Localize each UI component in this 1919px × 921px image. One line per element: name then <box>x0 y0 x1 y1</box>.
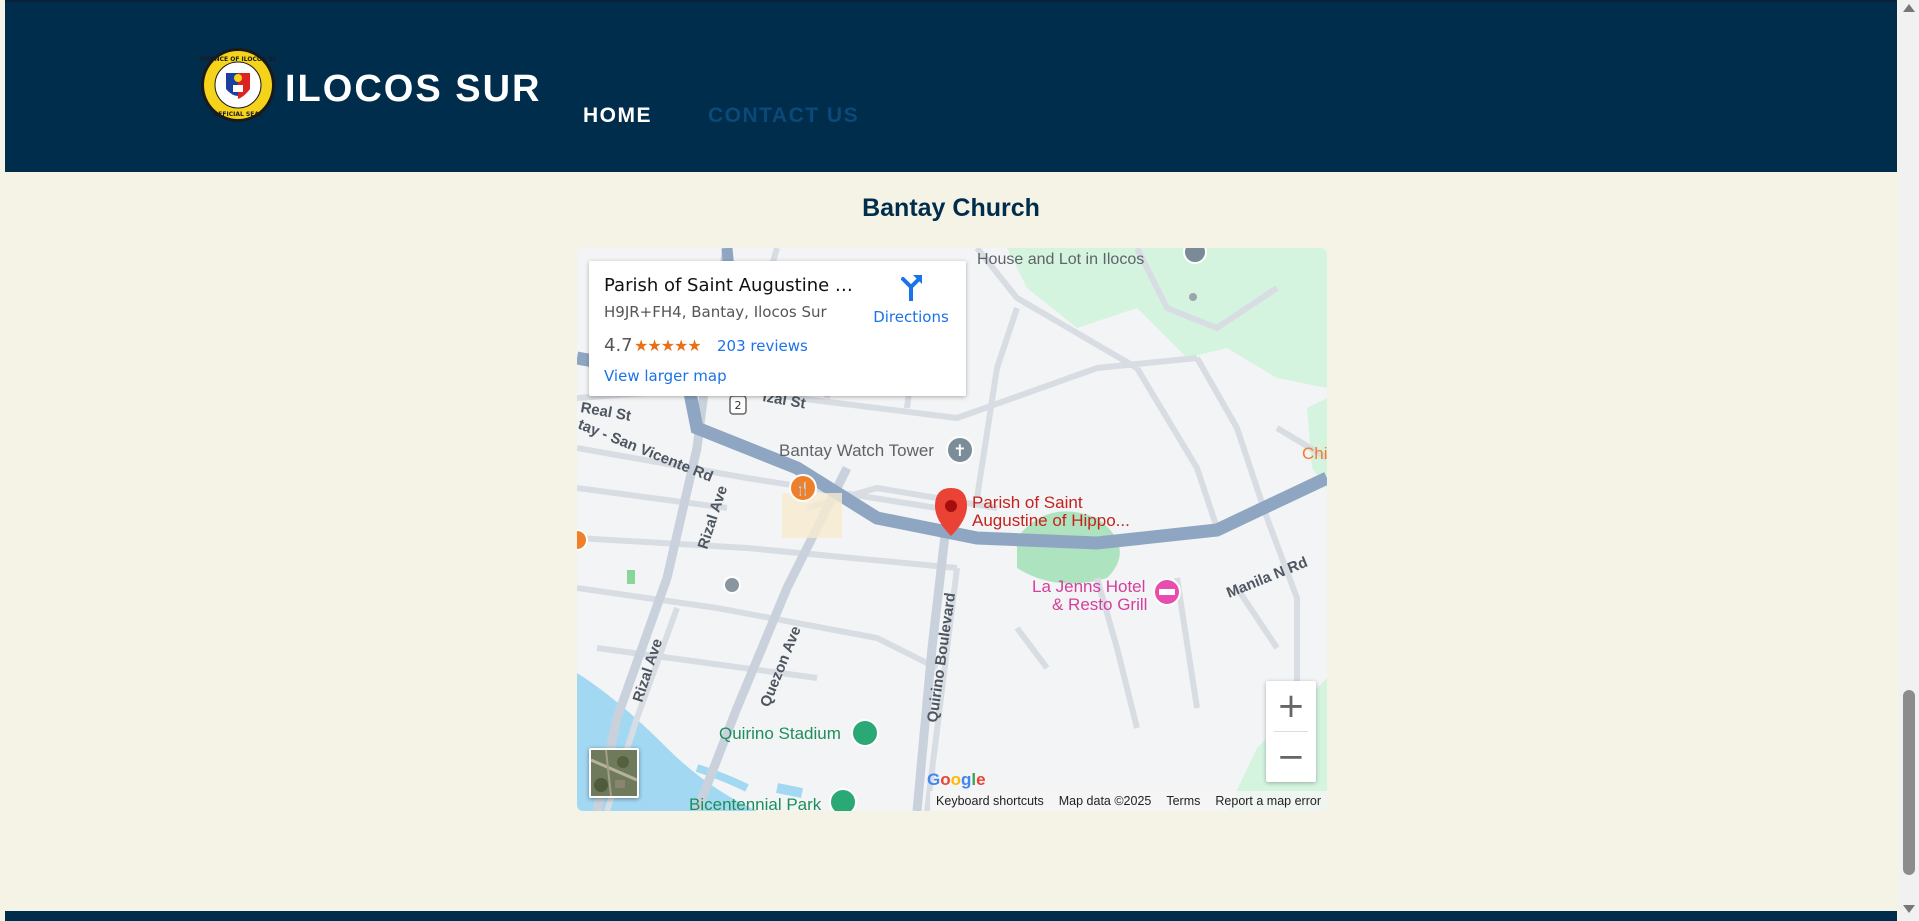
view-larger-map-link[interactable]: View larger map <box>604 367 727 385</box>
park-tree-icon <box>829 788 857 811</box>
scrollbar-thumb[interactable] <box>1903 690 1915 875</box>
embedded-map[interactable]: 2 Real St izal St tay - San Vicente Rd R… <box>577 248 1327 811</box>
scroll-down-arrow-icon[interactable] <box>1903 905 1915 913</box>
reviews-link[interactable]: 203 reviews <box>717 337 808 355</box>
place-name: Parish of Saint Augustine of H... <box>604 275 859 296</box>
satellite-view-toggle[interactable] <box>589 748 639 798</box>
svg-text:✝: ✝ <box>953 441 966 460</box>
label-parish-line2: Augustine of Hippo... <box>972 511 1130 530</box>
label-parish-line1: Parish of Saint <box>972 493 1083 512</box>
place-address: H9JR+FH4, Bantay, Ilocos Sur <box>604 303 827 321</box>
site-header: PROVINCE OF ILOCOS SUR OFFICIAL SEAL ILO… <box>5 0 1897 172</box>
svg-text:PROVINCE OF ILOCOS SUR: PROVINCE OF ILOCOS SUR <box>200 56 276 63</box>
page-scrollbar[interactable] <box>1899 0 1919 921</box>
province-seal-logo[interactable]: PROVINCE OF ILOCOS SUR OFFICIAL SEAL <box>200 47 276 123</box>
nav-contact-us-link[interactable]: CONTACT US <box>708 104 859 128</box>
map-data-text: Map data ©2025 <box>1058 794 1152 808</box>
svg-text:🍴: 🍴 <box>795 481 811 497</box>
directions-label: Directions <box>873 308 949 326</box>
terms-link[interactable]: Terms <box>1166 794 1200 808</box>
label-hotel-line2: & Resto Grill <box>1052 595 1147 614</box>
label-hotel-line1: La Jenns Hotel <box>1032 577 1145 596</box>
svg-text:2: 2 <box>735 399 742 412</box>
page-viewport: PROVINCE OF ILOCOS SUR OFFICIAL SEAL ILO… <box>5 0 1897 921</box>
label-chi-partial: Chi <box>1302 444 1327 463</box>
label-house-and-lot: House and Lot in Ilocos <box>977 251 1144 268</box>
directions-icon <box>901 275 922 303</box>
satellite-thumbnail-icon <box>591 750 637 796</box>
zoom-in-button[interactable]: + <box>1266 681 1316 731</box>
main-nav: HOME CONTACT US <box>583 104 859 128</box>
place-info-card: Parish of Saint Augustine of H... H9JR+F… <box>589 261 966 396</box>
scroll-up-arrow-icon[interactable] <box>1903 4 1915 12</box>
directions-button[interactable]: Directions <box>869 273 953 326</box>
rating-stars-icon: ★★★★★ <box>634 338 702 355</box>
map-attribution-bar: Keyboard shortcuts Map data ©2025 Terms … <box>930 791 1327 811</box>
place-rating: 4.7 <box>604 335 633 356</box>
label-bicentennial-park: Bicentennial Park <box>689 795 822 811</box>
nav-home-link[interactable]: HOME <box>583 104 652 128</box>
keyboard-shortcuts-link[interactable]: Keyboard shortcuts <box>936 794 1044 808</box>
label-bantay-watch-tower: Bantay Watch Tower <box>779 441 934 460</box>
zoom-controls: + − <box>1266 681 1316 782</box>
site-footer <box>5 911 1897 921</box>
bus-stop-icon <box>723 576 741 594</box>
label-quirino-stadium: Quirino Stadium <box>719 724 841 743</box>
svg-text:OFFICIAL SEAL: OFFICIAL SEAL <box>213 111 263 118</box>
google-logo: Google <box>927 770 986 789</box>
report-map-error-link[interactable]: Report a map error <box>1215 794 1321 808</box>
site-title: ILOCOS SUR <box>285 68 542 110</box>
stadium-icon <box>851 719 879 747</box>
zoom-out-button[interactable]: − <box>1266 732 1316 782</box>
section-title: Bantay Church <box>862 194 1040 222</box>
